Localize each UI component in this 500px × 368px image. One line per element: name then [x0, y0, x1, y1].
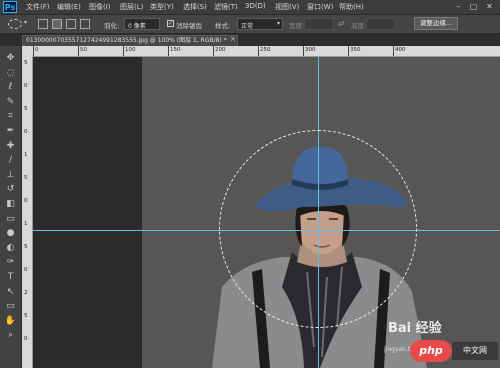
ruler-top-tick: [213, 46, 214, 56]
ruler-left-label: 2: [24, 290, 28, 296]
dodge-tool-icon[interactable]: ◐: [4, 242, 17, 254]
close-button[interactable]: ✕: [483, 2, 496, 11]
ruler-left-label: 5: [24, 106, 28, 112]
style-select[interactable]: 正常 ▾: [237, 18, 283, 30]
document-tab[interactable]: 01300000703557127424991283555.jpg @ 100%…: [22, 35, 238, 46]
swap-icon[interactable]: ⇄: [338, 19, 345, 28]
menu-filter[interactable]: 滤镜(T): [214, 2, 238, 12]
ruler-left-label: 1: [24, 152, 28, 158]
feather-label: 羽化:: [104, 22, 120, 30]
ruler-left-label: 0: [24, 83, 28, 89]
eraser-tool-icon[interactable]: ◧: [4, 198, 17, 210]
menu-window[interactable]: 窗口(W): [307, 2, 333, 12]
ruler-top-tick: [303, 46, 304, 56]
ruler-top-tick: [123, 46, 124, 56]
menu-view[interactable]: 视图(V): [275, 2, 299, 12]
ruler-left-label: 5: [24, 244, 28, 250]
canvas-dark-area[interactable]: [33, 57, 142, 368]
height-label: 高度:: [351, 22, 367, 30]
tab-close-icon[interactable]: ×: [230, 35, 236, 43]
ruler-top-label: 250: [260, 47, 271, 53]
zoom-tool-icon[interactable]: ⌕: [4, 329, 17, 341]
ruler-top-label: 100: [125, 47, 136, 53]
antialias-checkbox[interactable]: ✓: [167, 20, 174, 27]
eyedropper-tool-icon[interactable]: ✒: [4, 125, 17, 137]
crop-tool-icon[interactable]: ⌗: [4, 110, 17, 122]
chevron-down-icon[interactable]: ▾: [24, 19, 27, 26]
brush-tool-icon[interactable]: ∕: [4, 154, 17, 166]
ruler-left-label: 0: [24, 336, 28, 342]
history-brush-tool-icon[interactable]: ↺: [4, 183, 17, 195]
ruler-left-label: 0: [24, 129, 28, 135]
photoshop-logo: Ps: [3, 1, 17, 13]
php-logo: php: [410, 340, 452, 362]
width-label: 宽度:: [289, 22, 305, 30]
ruler-top-tick: [78, 46, 79, 56]
ruler-top-label: 150: [170, 47, 181, 53]
new-selection-icon[interactable]: [38, 19, 48, 29]
menu-edit[interactable]: 编辑(E): [57, 2, 81, 12]
shape-tool-icon[interactable]: ▭: [4, 300, 17, 312]
pen-tool-icon[interactable]: ✑: [4, 256, 17, 268]
feather-input[interactable]: 0 像素: [124, 18, 160, 30]
ruler-top-tick: [348, 46, 349, 56]
height-input[interactable]: [366, 18, 396, 30]
menu-layer[interactable]: 图层(L): [120, 2, 143, 12]
ruler-left-label: 0: [24, 267, 28, 273]
ruler-top-tick: [393, 46, 394, 56]
intersect-selection-icon[interactable]: [80, 19, 90, 29]
ruler-top-label: 0: [35, 47, 39, 53]
lasso-tool-icon[interactable]: ℓ: [4, 81, 17, 93]
menu-select[interactable]: 选择(S): [183, 2, 207, 12]
ruler-top-label: 50: [80, 47, 87, 53]
refine-edge-button[interactable]: 调整边缘...: [414, 17, 458, 30]
path-select-tool-icon[interactable]: ↖: [4, 286, 17, 298]
ruler-vertical: [22, 56, 33, 368]
style-value: 正常: [241, 23, 254, 30]
menu-help[interactable]: 帮助(H): [339, 2, 364, 12]
ruler-left-label: 5: [24, 313, 28, 319]
ruler-left-label: 5: [24, 60, 28, 66]
gradient-tool-icon[interactable]: ▭: [4, 213, 17, 225]
marquee-tool-icon[interactable]: ◌: [4, 67, 17, 79]
ruler-top-label: 200: [215, 47, 226, 53]
chinese-site-badge: 中文网: [452, 342, 498, 360]
document-tab-title: 01300000703557127424991283555.jpg @ 100%…: [26, 37, 227, 44]
ruler-top-label: 300: [305, 47, 316, 53]
ruler-left-label: 5: [24, 175, 28, 181]
menu-file[interactable]: 文件(F): [26, 2, 50, 12]
type-tool-icon[interactable]: T: [4, 271, 17, 283]
menu-type[interactable]: 类型(Y): [150, 2, 174, 12]
ruler-left-label: 1: [24, 221, 28, 227]
minimize-button[interactable]: –: [452, 2, 465, 11]
antialias-label: 消除锯齿: [176, 22, 202, 30]
ruler-top-tick: [258, 46, 259, 56]
ellipse-marquee-icon[interactable]: [8, 19, 22, 29]
move-tool-icon[interactable]: ✥: [4, 52, 17, 64]
stamp-tool-icon[interactable]: ⊥: [4, 169, 17, 181]
elliptical-selection[interactable]: [219, 130, 417, 328]
baidu-watermark: Bai 经验: [388, 321, 442, 336]
ruler-left-label: 0: [24, 198, 28, 204]
ruler-top-tick: [168, 46, 169, 56]
chevron-down-icon: ▾: [276, 20, 280, 27]
menu-image[interactable]: 图像(I): [89, 2, 111, 12]
ruler-top-tick: [33, 46, 34, 56]
blur-tool-icon[interactable]: ●: [4, 227, 17, 239]
ruler-top-label: 400: [395, 47, 406, 53]
subtract-selection-icon[interactable]: [66, 19, 76, 29]
hand-tool-icon[interactable]: ✋: [4, 315, 17, 327]
quick-select-tool-icon[interactable]: ✎: [4, 96, 17, 108]
style-label: 样式:: [215, 22, 231, 30]
add-selection-icon[interactable]: [52, 19, 62, 29]
menu-3d[interactable]: 3D(D): [245, 2, 266, 10]
maximize-button[interactable]: ▢: [467, 2, 480, 11]
healing-tool-icon[interactable]: ✚: [4, 140, 17, 152]
width-input[interactable]: [304, 18, 334, 30]
feather-value: 0 像素: [128, 23, 146, 30]
ruler-top-label: 350: [350, 47, 361, 53]
